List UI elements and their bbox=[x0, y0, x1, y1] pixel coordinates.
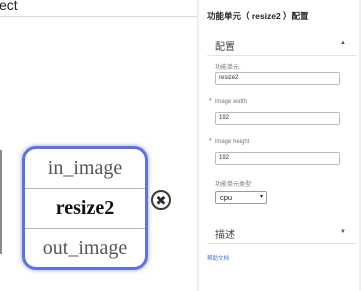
required-mark: * bbox=[209, 138, 212, 145]
canvas-divider bbox=[0, 16, 197, 17]
required-mark: * bbox=[209, 98, 212, 105]
section-divider bbox=[207, 243, 357, 244]
config-panel: 功能单元（ resize2 ）配置 配置 ▲ 功能单元: resize2 * i… bbox=[199, 0, 361, 291]
unit-input[interactable]: resize2 bbox=[215, 72, 340, 85]
section-divider bbox=[207, 55, 357, 56]
canvas-title: ect bbox=[0, 0, 18, 13]
delete-node-icon[interactable]: ✖ bbox=[151, 190, 171, 210]
expand-down-icon[interactable]: ▼ bbox=[340, 229, 346, 235]
resize2-node[interactable]: in_image resize2 out_image bbox=[22, 146, 148, 270]
node-input-port[interactable]: in_image bbox=[25, 149, 145, 188]
node-name: resize2 bbox=[25, 188, 145, 229]
unit-type-select[interactable]: cpu ▾ bbox=[215, 191, 267, 204]
config-section-header[interactable]: 配置 bbox=[215, 38, 235, 53]
image-width-input[interactable]: 192 bbox=[215, 112, 340, 125]
connection-edge[interactable] bbox=[0, 150, 2, 254]
unit-label: 功能单元: bbox=[215, 65, 241, 71]
flow-canvas[interactable]: ect in_image resize2 out_image ✖ bbox=[0, 0, 197, 291]
unit-type-value: cpu bbox=[220, 193, 233, 202]
description-section-header[interactable]: 描述 bbox=[215, 226, 235, 241]
chevron-down-icon: ▾ bbox=[259, 194, 263, 200]
unit-type-label: 功能单元类型: bbox=[215, 182, 253, 188]
image-height-label: image height bbox=[215, 139, 250, 145]
node-output-port[interactable]: out_image bbox=[25, 229, 145, 267]
collapse-up-icon[interactable]: ▲ bbox=[340, 40, 346, 46]
image-height-input[interactable]: 192 bbox=[215, 152, 340, 165]
image-width-label: image width bbox=[215, 99, 248, 105]
help-docs-link[interactable]: 帮助文档 bbox=[207, 254, 229, 262]
panel-title: 功能单元（ resize2 ）配置 bbox=[207, 11, 309, 21]
